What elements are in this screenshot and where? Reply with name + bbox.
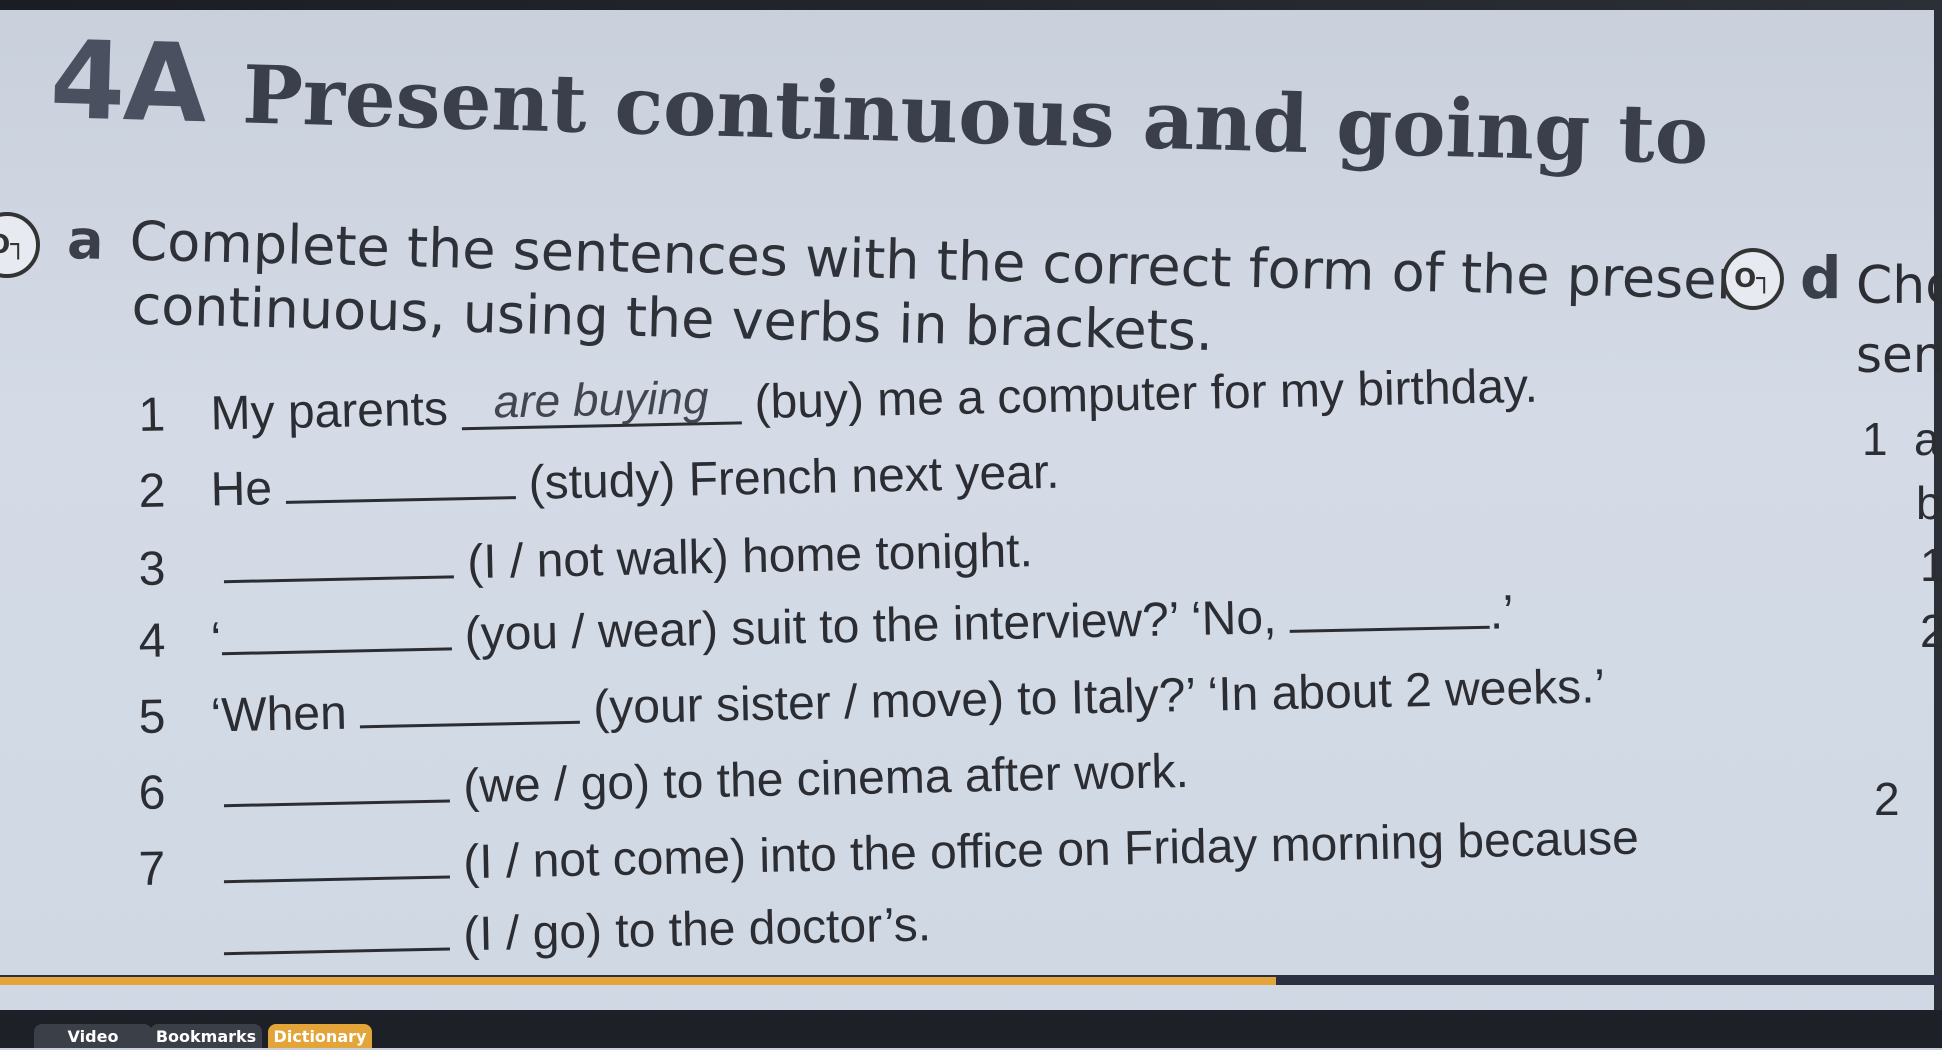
sentence-text: (you / wear) suit to the interview?’ ‘No… xyxy=(464,591,1277,662)
exercise-letter: a xyxy=(66,208,105,272)
sentence-number: 6 xyxy=(138,766,166,820)
sentence-7: 7 (I / not come) into the office on Frid… xyxy=(138,805,1639,897)
sentence-text: He xyxy=(210,462,273,517)
answer-blank[interactable] xyxy=(223,901,451,956)
answer-blank[interactable] xyxy=(223,829,451,884)
sentence-number: 3 xyxy=(138,542,166,596)
sentence-text: (we / go) to the cinema after work. xyxy=(462,745,1190,814)
tab-bookmarks[interactable]: Bookmarks xyxy=(150,1024,262,1048)
sentence-text: (I / not come) into the office on Friday… xyxy=(462,811,1640,890)
sentence-number: 5 xyxy=(138,690,166,744)
sentence-3: 3 (I / not walk) home tonight. xyxy=(138,517,1033,597)
sentence-text: (buy) me a computer for my birthday. xyxy=(753,359,1539,430)
sentence-text: (study) French next year. xyxy=(528,445,1060,510)
exercise-d-item-number: 1 xyxy=(1920,539,1942,591)
answer-blank[interactable] xyxy=(359,674,581,729)
tab-dictionary[interactable]: Dictionary xyxy=(268,1024,372,1048)
unit-title: Present continuous and going to xyxy=(241,47,1710,183)
exercise-d-item-number: 2 xyxy=(1874,773,1900,825)
reading-progress-bar xyxy=(0,977,1276,985)
sentence-number: 7 xyxy=(138,842,166,896)
answer-text: are buying xyxy=(493,371,710,428)
exercise-d-letter: d xyxy=(1800,244,1842,312)
sentence-text: (I / not walk) home tonight. xyxy=(466,524,1034,590)
exercise-d-item-number: 1 xyxy=(1862,413,1888,465)
sentence-number: 2 xyxy=(138,464,166,518)
exercise-d-text: sent xyxy=(1856,326,1942,384)
sentence-5: 5 ‘When (your sister / move) to Italy?’ ‘… xyxy=(138,653,1606,745)
sentence-text: .’ xyxy=(1489,586,1515,640)
key-icon[interactable]: O┐ xyxy=(0,212,40,278)
sentence-number: 4 xyxy=(138,614,166,668)
answer-blank[interactable] xyxy=(1288,579,1490,633)
answer-blank[interactable] xyxy=(223,753,451,808)
unit-heading: 4A Present continuous and going to xyxy=(49,18,1711,189)
answer-blank[interactable] xyxy=(220,601,452,656)
unit-number: 4A xyxy=(48,18,207,148)
sentence-number: 1 xyxy=(138,388,166,442)
key-icon[interactable]: O┐ xyxy=(1722,248,1784,310)
sentence-text: (I / go) to the doctor’s. xyxy=(462,898,932,962)
sentence-number xyxy=(139,955,211,957)
textbook-page: 4A Present continuous and going to O┐ aCo… xyxy=(0,8,1942,998)
sentence-2: 2 He (study) French next year. xyxy=(138,439,1060,519)
exercise-d-item-option: b xyxy=(1916,477,1942,529)
sentence-text: (your sister / move) to Italy?’ ‘In abou… xyxy=(592,660,1606,735)
exercise-d-item-number: 2 xyxy=(1920,605,1942,657)
answer-blank[interactable] xyxy=(223,529,455,584)
sentence-text: ‘When xyxy=(210,686,348,743)
sentence-7-continued: (I / go) to the doctor’s. xyxy=(138,891,932,969)
sentence-6: 6 (we / go) to the cinema after work. xyxy=(138,738,1189,821)
tab-video[interactable]: Video xyxy=(34,1024,152,1048)
sentence-1: 1 My parents are buying (buy) me a comput… xyxy=(138,359,1538,443)
exercise-d-item-option: a xyxy=(1914,413,1940,465)
exercise-d-text: Cho xyxy=(1856,256,1942,316)
exercise-a-instruction: a Complete the sentences with the correct… xyxy=(66,208,1772,363)
answer-blank[interactable] xyxy=(284,450,516,504)
sentence-text: My parents xyxy=(210,382,449,441)
answer-blank[interactable]: are buying xyxy=(460,371,742,431)
